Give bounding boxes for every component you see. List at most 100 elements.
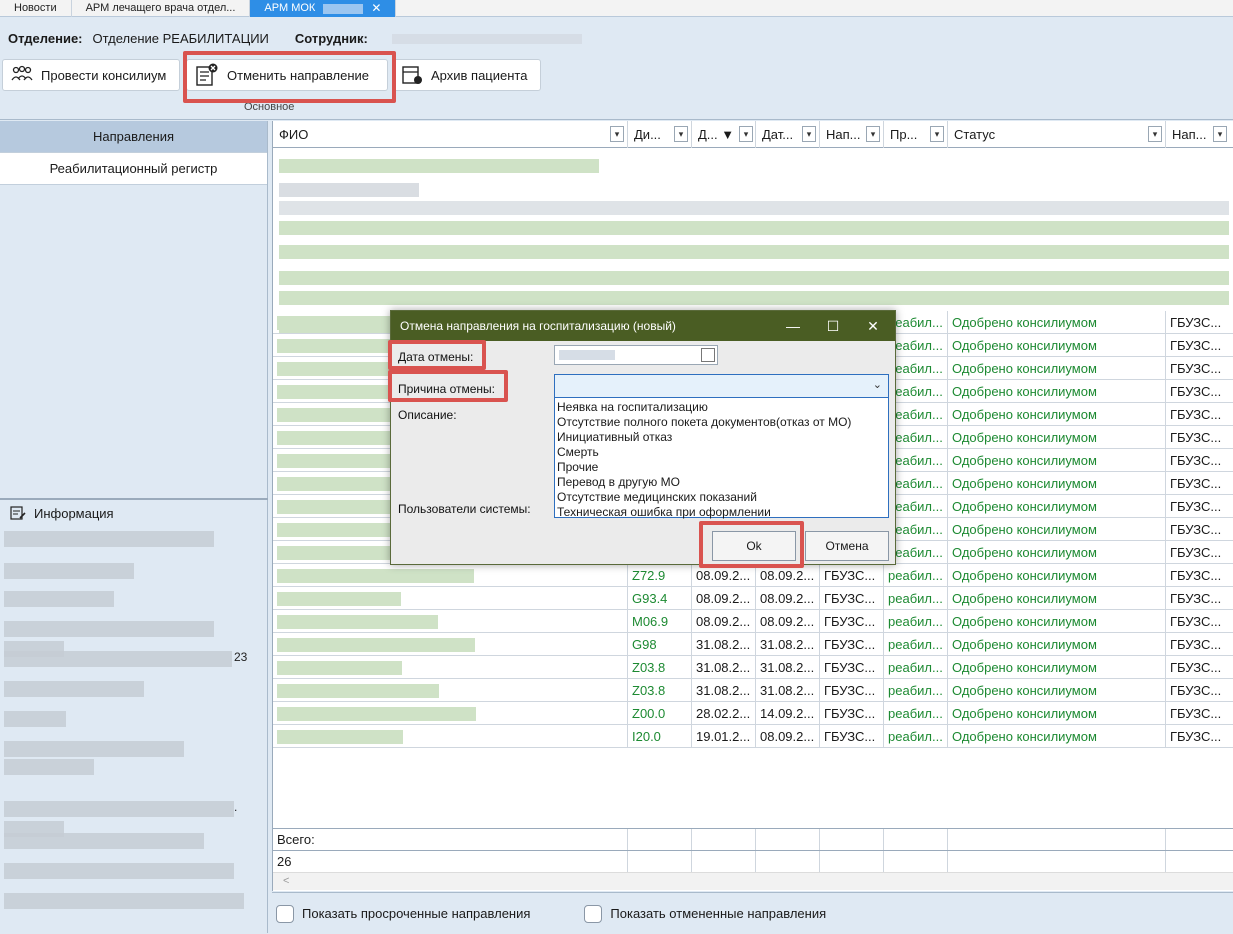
reason-option[interactable]: Техническая ошибка при оформлении (557, 505, 886, 520)
calendar-toggle-icon[interactable] (701, 348, 715, 362)
grid-cell-org[interactable]: ГБУЗС... (820, 679, 884, 702)
col-header-profile[interactable]: Пр... ▾ (884, 121, 948, 148)
grid-cell-dir[interactable]: ГБУЗС... (1166, 541, 1233, 564)
close-tab-icon[interactable]: ✕ (371, 0, 381, 17)
cancel-direction-button[interactable]: Отменить направление (186, 59, 388, 91)
grid-cell-diag[interactable]: M06.9 (628, 610, 692, 633)
close-icon[interactable]: ✕ (853, 311, 893, 341)
grid-cell-dir[interactable]: ГБУЗС... (1166, 449, 1233, 472)
grid-cell-d1[interactable]: 08.09.2... (692, 610, 756, 633)
grid-cell-dir[interactable]: ГБУЗС... (1166, 472, 1233, 495)
reason-option[interactable]: Неявка на госпитализацию (557, 400, 886, 415)
grid-cell-org[interactable]: ГБУЗС... (820, 725, 884, 748)
tab-mok-workplace[interactable]: АРМ МОК ✕ (250, 0, 397, 17)
fio-cell[interactable] (273, 679, 628, 702)
grid-cell-d2[interactable]: 31.08.2... (756, 633, 820, 656)
filter-dropdown-icon[interactable]: ▾ (610, 126, 624, 142)
grid-cell-dir[interactable]: ГБУЗС... (1166, 633, 1233, 656)
reason-option[interactable]: Прочие (557, 460, 886, 475)
grid-cell-d2[interactable]: 31.08.2... (756, 656, 820, 679)
cancel-date-field[interactable] (554, 345, 718, 365)
reason-select[interactable]: ⌄ (554, 374, 889, 398)
grid-cell-dir[interactable]: ГБУЗС... (1166, 725, 1233, 748)
grid-cell-status[interactable]: Одобрено консилиумом (948, 380, 1166, 403)
show-cancelled-checkbox[interactable]: Показать отмененные направления (584, 904, 826, 923)
grid-cell-status[interactable]: Одобрено консилиумом (948, 541, 1166, 564)
filter-dropdown-icon[interactable]: ▾ (674, 126, 688, 142)
grid-cell-diag[interactable]: Z00.0 (628, 702, 692, 725)
grid-cell-prof[interactable]: реабил... (884, 587, 948, 610)
filter-dropdown-icon[interactable]: ▾ (930, 126, 944, 142)
grid-cell-org[interactable]: ГБУЗС... (820, 587, 884, 610)
show-overdue-checkbox[interactable]: Показать просроченные направления (276, 904, 530, 923)
grid-cell-status[interactable]: Одобрено консилиумом (948, 426, 1166, 449)
grid-cell-dir[interactable]: ГБУЗС... (1166, 426, 1233, 449)
grid-cell-diag[interactable]: Z72.9 (628, 564, 692, 587)
grid-cell-status[interactable]: Одобрено консилиумом (948, 449, 1166, 472)
grid-cell-d1[interactable]: 31.08.2... (692, 679, 756, 702)
grid-cell-status[interactable]: Одобрено консилиумом (948, 495, 1166, 518)
grid-cell-status[interactable]: Одобрено консилиумом (948, 679, 1166, 702)
grid-cell-status[interactable]: Одобрено консилиумом (948, 357, 1166, 380)
filter-dropdown-icon[interactable]: ▾ (739, 126, 753, 142)
grid-cell-prof[interactable]: реабил... (884, 725, 948, 748)
nav-rehab-register[interactable]: Реабилитационный регистр (0, 153, 267, 185)
nav-directions[interactable]: Направления (0, 121, 267, 153)
grid-cell-status[interactable]: Одобрено консилиумом (948, 656, 1166, 679)
grid-cell-d1[interactable]: 19.01.2... (692, 725, 756, 748)
fio-cell[interactable] (273, 702, 628, 725)
grid-cell-d2[interactable]: 08.09.2... (756, 725, 820, 748)
maximize-icon[interactable]: ☐ (813, 311, 853, 341)
grid-cell-d2[interactable]: 31.08.2... (756, 679, 820, 702)
grid-cell-diag[interactable]: G98 (628, 633, 692, 656)
col-header-org[interactable]: Нап... ▾ (820, 121, 884, 148)
minimize-icon[interactable]: — (773, 311, 813, 341)
fio-cell[interactable] (273, 587, 628, 610)
scroll-left-arrow[interactable]: < (283, 875, 289, 887)
grid-cell-dir[interactable]: ГБУЗС... (1166, 518, 1233, 541)
grid-cell-dir[interactable]: ГБУЗС... (1166, 587, 1233, 610)
fio-cell[interactable] (273, 656, 628, 679)
grid-cell-dir[interactable]: ГБУЗС... (1166, 357, 1233, 380)
horizontal-scrollbar[interactable]: < (273, 872, 1233, 890)
grid-cell-prof[interactable]: реабил... (884, 564, 948, 587)
grid-cell-d2[interactable]: 08.09.2... (756, 610, 820, 633)
grid-cell-d2[interactable]: 08.09.2... (756, 587, 820, 610)
grid-cell-dir[interactable]: ГБУЗС... (1166, 380, 1233, 403)
filter-dropdown-icon[interactable]: ▾ (802, 126, 816, 142)
grid-cell-org[interactable]: ГБУЗС... (820, 702, 884, 725)
col-header-date1[interactable]: Д... ▼ ▾ (692, 121, 756, 148)
checkbox-box[interactable] (276, 904, 294, 923)
grid-cell-status[interactable]: Одобрено консилиумом (948, 587, 1166, 610)
reason-option[interactable]: Инициативный отказ (557, 430, 886, 445)
col-header-date2[interactable]: Дат... ▾ (756, 121, 820, 148)
grid-cell-status[interactable]: Одобрено консилиумом (948, 472, 1166, 495)
grid-cell-d2[interactable]: 14.09.2... (756, 702, 820, 725)
dialog-titlebar[interactable]: Отмена направления на госпитализацию (но… (391, 311, 895, 341)
grid-cell-dir[interactable]: ГБУЗС... (1166, 564, 1233, 587)
grid-cell-dir[interactable]: ГБУЗС... (1166, 679, 1233, 702)
grid-cell-diag[interactable]: I20.0 (628, 725, 692, 748)
grid-cell-status[interactable]: Одобрено консилиумом (948, 610, 1166, 633)
patient-archive-button[interactable]: Архив пациента (392, 59, 541, 91)
fio-cell[interactable] (273, 610, 628, 633)
tab-news[interactable]: Новости (0, 0, 72, 17)
reason-option[interactable]: Перевод в другую МО (557, 475, 886, 490)
cancel-button[interactable]: Отмена (805, 531, 889, 561)
tab-doctor-workplace[interactable]: АРМ лечащего врача отдел... (72, 0, 251, 17)
grid-cell-org[interactable]: ГБУЗС... (820, 656, 884, 679)
col-header-diag[interactable]: Ди... ▾ (628, 121, 692, 148)
col-header-status[interactable]: Статус ▾ (948, 121, 1166, 148)
grid-cell-org[interactable]: ГБУЗС... (820, 610, 884, 633)
col-header-direction[interactable]: Нап... ▾ (1166, 121, 1233, 148)
grid-cell-prof[interactable]: реабил... (884, 656, 948, 679)
fio-cell[interactable] (273, 725, 628, 748)
grid-cell-status[interactable]: Одобрено консилиумом (948, 311, 1166, 334)
grid-cell-status[interactable]: Одобрено консилиумом (948, 518, 1166, 541)
grid-cell-d1[interactable]: 08.09.2... (692, 587, 756, 610)
filter-dropdown-icon[interactable]: ▾ (1213, 126, 1227, 142)
col-header-fio[interactable]: ФИО ▾ (273, 121, 628, 148)
filter-dropdown-icon[interactable]: ▾ (1148, 126, 1162, 142)
fio-cell[interactable] (273, 633, 628, 656)
grid-cell-status[interactable]: Одобрено консилиумом (948, 702, 1166, 725)
